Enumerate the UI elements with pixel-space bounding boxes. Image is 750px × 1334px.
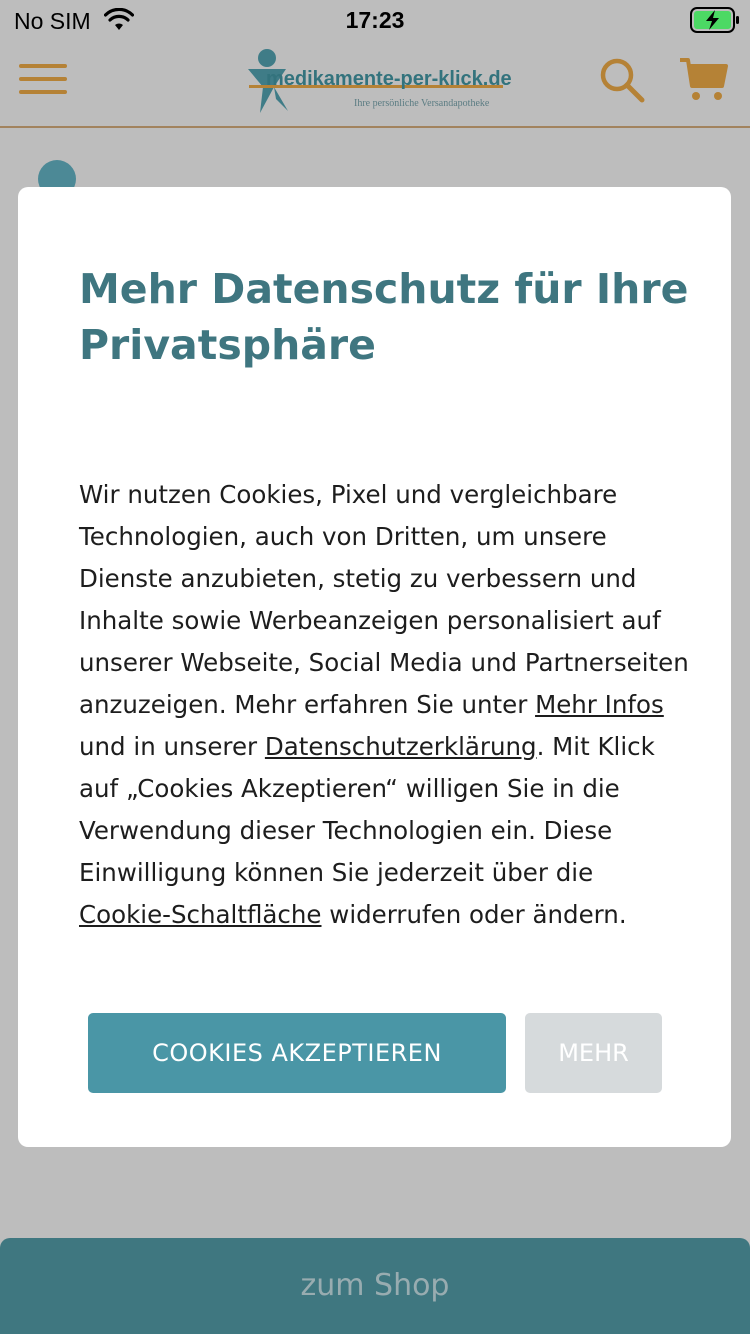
more-button[interactable]: MEHR xyxy=(525,1013,662,1093)
hamburger-menu-icon[interactable] xyxy=(19,64,67,96)
body-text-1: Wir nutzen Cookies, Pixel und vergleichb… xyxy=(79,480,689,719)
cookie-consent-dialog: Mehr Datenschutz für Ihre Privatsphäre W… xyxy=(18,187,731,1147)
go-to-shop-button[interactable]: zum Shop xyxy=(0,1238,750,1334)
logo-tagline: Ihre persönliche Versandapotheke xyxy=(354,98,490,109)
cart-icon[interactable] xyxy=(678,56,728,104)
body-text-4: widerrufen oder ändern. xyxy=(321,900,627,929)
accept-cookies-button[interactable]: COOKIES AKZEPTIEREN xyxy=(88,1013,506,1093)
dialog-body: Wir nutzen Cookies, Pixel und vergleichb… xyxy=(79,474,689,936)
more-info-link[interactable]: Mehr Infos xyxy=(535,690,664,719)
logo-name: medikamente-per-klick.de xyxy=(266,68,512,90)
app-header: medikamente-per-klick.de Ihre persönlich… xyxy=(0,42,750,128)
battery-charging-icon xyxy=(690,7,739,33)
privacy-policy-link[interactable]: Datenschutzerklärung xyxy=(265,732,537,761)
body-text-2: und in unserer xyxy=(79,732,265,761)
dialog-title: Mehr Datenschutz für Ihre Privatsphäre xyxy=(79,265,689,369)
site-logo[interactable]: medikamente-per-klick.de Ihre persönlich… xyxy=(246,47,512,119)
search-icon[interactable] xyxy=(598,56,646,104)
cookie-button-link[interactable]: Cookie-Schaltfläche xyxy=(79,900,322,929)
clock: 17:23 xyxy=(345,7,405,33)
status-bar: No SIM 17:23 xyxy=(0,0,750,42)
